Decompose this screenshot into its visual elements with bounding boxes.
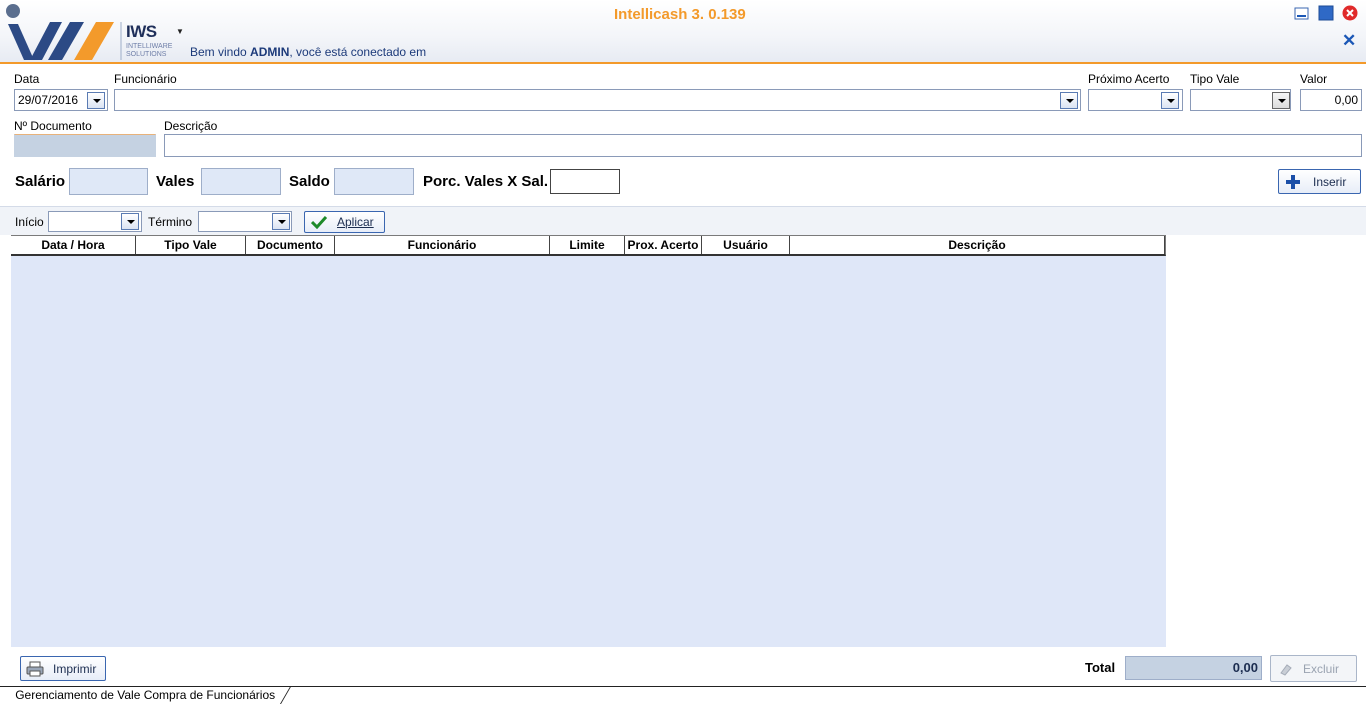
saldo-value [334,168,414,195]
plus-icon [1286,174,1300,189]
minimize-icon[interactable] [1294,5,1310,21]
grid-header: Data / Hora Tipo Vale Documento Funcioná… [11,235,1166,256]
porc-vales-value [550,169,620,194]
welcome-message: Bem vindo ADMIN, você está conectado em [190,45,427,59]
column-header-tipo-vale[interactable]: Tipo Vale [136,236,246,254]
data-date-dropdown-button[interactable] [87,92,105,109]
imprimir-button-label: Imprimir [53,661,97,676]
valor-label: Valor [1300,72,1328,86]
printer-icon [26,661,44,676]
salario-value [69,168,148,195]
inserir-button[interactable]: Inserir [1278,169,1361,194]
proximo-acerto-label: Próximo Acerto [1088,72,1170,86]
checkmark-icon [311,215,327,229]
eraser-icon [1280,663,1292,676]
data-label: Data [14,72,40,86]
app-title: Intellicash 3. 0.139 [614,6,746,23]
total-label: Total [1085,660,1116,675]
excluir-button-label: Excluir [1303,661,1340,676]
tipo-vale-label: Tipo Vale [1190,72,1240,86]
funcionario-select[interactable] [114,89,1081,111]
column-header-data-hora[interactable]: Data / Hora [11,236,136,254]
documento-field [14,134,156,157]
column-header-funcionario[interactable]: Funcionário [335,236,550,254]
documento-label: Nº Documento [14,119,92,133]
inicio-label: Início [15,215,44,229]
column-header-documento[interactable]: Documento [246,236,335,254]
status-tab-gerenciamento[interactable]: Gerenciamento de Vale Compra de Funcioná… [0,687,291,704]
total-value: 0,00 [1125,656,1262,680]
app-header: IWS INTELLIWARE SOLUTIONS ▼ Intellicash … [0,0,1366,64]
aplicar-button[interactable]: Aplicar [304,211,385,233]
saldo-label: Saldo [289,173,330,190]
salario-label: Salário [15,173,66,190]
aplicar-button-label: Aplicar [337,215,374,229]
termino-label: Término [148,215,193,229]
column-header-limite[interactable]: Limite [550,236,625,254]
logo-menu-caret-icon[interactable]: ▼ [176,27,184,36]
column-header-descricao[interactable]: Descrição [790,236,1165,254]
inserir-button-label: Inserir [1313,174,1347,189]
termino-dropdown-button[interactable] [272,213,290,230]
porc-vales-label: Porc. Vales X Sal. [423,173,549,190]
excluir-button[interactable]: Excluir [1270,655,1357,682]
valor-input[interactable]: 0,00 [1300,89,1362,111]
imprimir-button[interactable]: Imprimir [20,656,106,681]
funcionario-label: Funcionário [114,72,177,86]
status-bar: Gerenciamento de Vale Compra de Funcioná… [0,686,1366,704]
vales-value [201,168,281,195]
descricao-label: Descrição [164,119,218,133]
close-window-icon[interactable] [1342,5,1358,21]
column-header-prox-acerto[interactable]: Prox. Acerto [625,236,702,254]
logo-text: IWS [126,22,157,41]
funcionario-dropdown-button[interactable] [1060,92,1078,109]
close-form-icon[interactable]: ✕ [1342,31,1356,51]
column-header-usuario[interactable]: Usuário [702,236,790,254]
proximo-acerto-dropdown-button[interactable] [1161,92,1179,109]
descricao-input[interactable] [164,134,1362,157]
vales-label: Vales [156,173,195,190]
tipo-vale-dropdown-button[interactable] [1272,92,1290,109]
maximize-icon[interactable] [1318,5,1334,21]
inicio-dropdown-button[interactable] [121,213,139,230]
grid-body[interactable] [11,256,1166,647]
logo-subtitle: INTELLIWARE SOLUTIONS [126,43,173,58]
